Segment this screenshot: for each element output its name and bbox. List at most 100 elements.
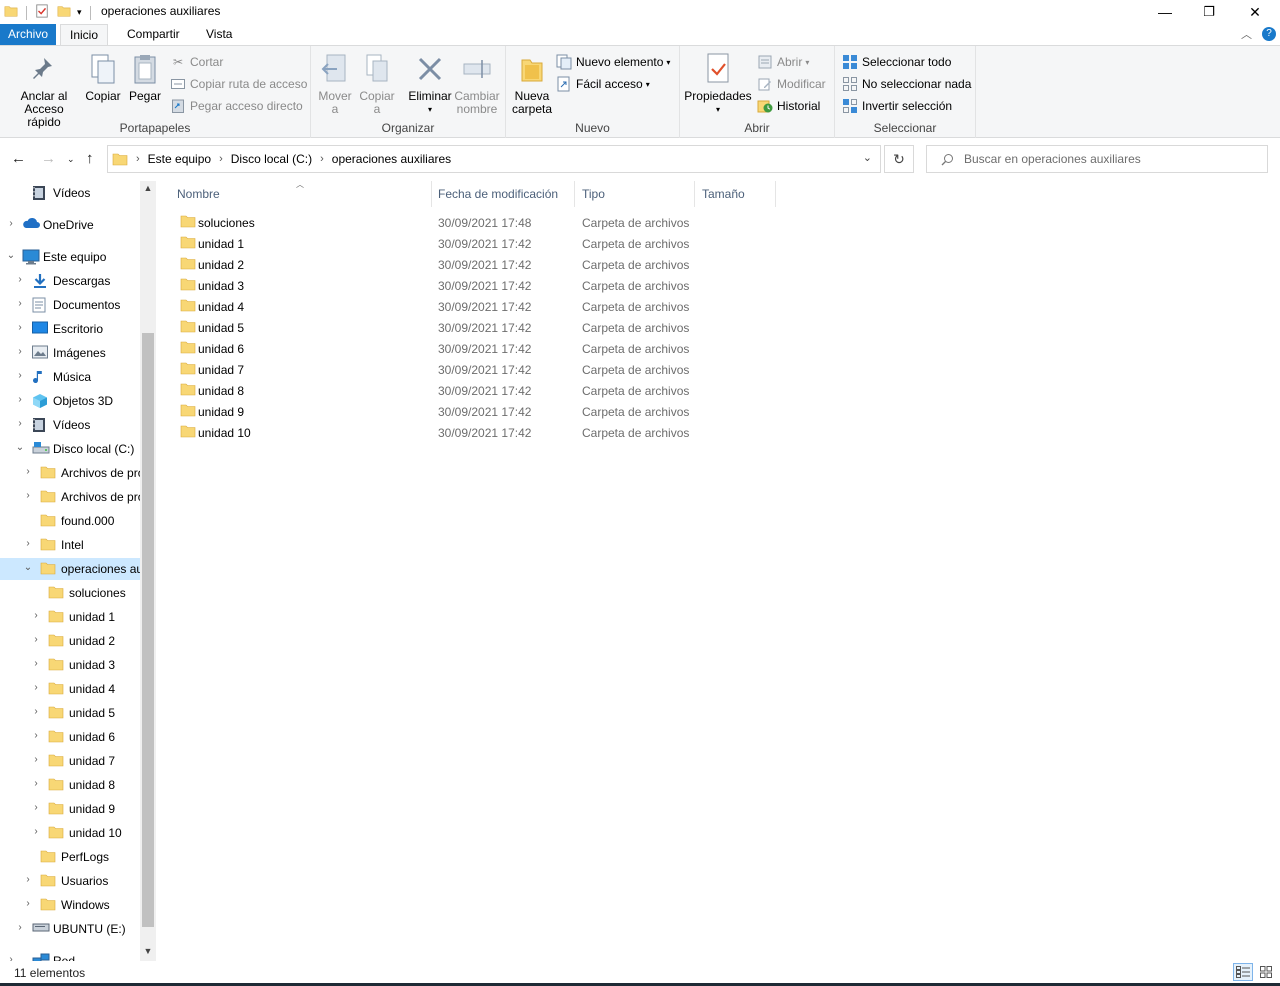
nav-item[interactable]: › Usuarios [0,870,140,892]
refresh-button[interactable]: ↻ [884,145,914,173]
file-row[interactable]: unidad 10 30/09/2021 17:42 Carpeta de arch… [170,422,690,443]
collapse-chevron-icon[interactable]: ⌄ [23,562,33,573]
new-item-button[interactable]: Nuevo elemento ▾ [556,52,670,72]
expand-chevron-icon[interactable]: › [31,610,41,621]
paste-shortcut-button[interactable]: Pegar acceso directo [170,96,303,116]
nav-item[interactable]: › UBUNTU (E:) [0,918,140,940]
expand-chevron-icon[interactable]: › [6,954,16,961]
up-arrow-icon[interactable]: ↑ [86,150,94,167]
nav-item[interactable]: found.000 [0,510,140,532]
scrollbar-thumb[interactable] [142,333,154,927]
tab-archivo[interactable]: Archivo [0,24,56,46]
column-header-size[interactable]: Tamaño [695,181,776,207]
nav-item[interactable]: › Vídeos [0,414,140,436]
nav-item[interactable]: › Windows [0,894,140,916]
open-button[interactable]: Abrir ▾ [757,52,809,72]
invert-selection-button[interactable]: Invertir selección [842,96,952,116]
column-header-type[interactable]: Tipo [575,181,695,207]
file-row[interactable]: unidad 3 30/09/2021 17:42 Carpeta de archi… [170,275,690,296]
properties-quick-icon[interactable] [35,4,49,21]
file-row[interactable]: unidad 8 30/09/2021 17:42 Carpeta de archi… [170,380,690,401]
paste-button[interactable]: Pegar [126,52,164,103]
expand-chevron-icon[interactable]: › [15,922,25,933]
help-icon[interactable]: ? [1262,27,1276,41]
nav-item[interactable]: soluciones [0,582,140,604]
nav-item[interactable]: › unidad 6 [0,726,140,748]
file-row[interactable]: unidad 1 30/09/2021 17:42 Carpeta de archi… [170,233,690,254]
breadcrumb-separator-icon[interactable]: › [320,153,324,165]
tab-compartir[interactable]: Compartir [118,24,189,46]
expand-chevron-icon[interactable]: › [31,706,41,717]
properties-dropdown-icon[interactable]: ▾ [684,103,752,116]
expand-chevron-icon[interactable]: › [15,370,25,381]
nav-item[interactable]: ⌄ Disco local (C:) [0,438,140,460]
back-arrow-icon[interactable]: ← [11,150,26,167]
expand-chevron-icon[interactable]: › [31,658,41,669]
select-all-button[interactable]: Seleccionar todo [842,52,951,72]
nav-item[interactable]: › Objetos 3D [0,390,140,412]
file-row[interactable]: soluciones 30/09/2021 17:48 Carpeta de arc… [170,212,690,233]
scroll-up-arrow-icon[interactable]: ▲ [140,183,156,193]
navigation-scrollbar[interactable]: ▲ ▼ [140,181,156,961]
expand-chevron-icon[interactable]: › [15,346,25,357]
nav-item[interactable]: › unidad 9 [0,798,140,820]
column-header-name[interactable]: Nombre ︿ [170,180,432,207]
recent-locations-chevron-icon[interactable]: ⌄ [67,154,75,165]
nav-item[interactable]: PerfLogs [0,846,140,868]
collapse-chevron-icon[interactable]: ⌄ [6,250,16,261]
expand-chevron-icon[interactable]: › [31,778,41,789]
collapse-chevron-icon[interactable]: ⌄ [15,442,25,453]
pin-quick-access-button[interactable]: Anclar al Acceso rápido [6,52,82,129]
close-button[interactable]: ✕ [1232,0,1278,24]
delete-dropdown-icon[interactable]: ▾ [405,103,455,116]
history-button[interactable]: Historial [757,96,820,116]
nav-item[interactable]: › Imágenes [0,342,140,364]
nav-item[interactable]: › Documentos [0,294,140,316]
address-bar[interactable]: › Este equipo › Disco local (C:) › opera… [107,145,881,173]
forward-arrow-icon[interactable]: → [41,150,56,167]
large-icons-view-button[interactable] [1256,963,1276,981]
nav-item[interactable]: › Música [0,366,140,388]
cut-button[interactable]: ✂ Cortar [170,52,223,72]
expand-chevron-icon[interactable]: › [31,682,41,693]
expand-chevron-icon[interactable]: › [15,322,25,333]
breadcrumb-separator-icon[interactable]: › [136,153,140,165]
nav-item[interactable]: ⌄ Este equipo [0,246,140,268]
tab-vista[interactable]: Vista [197,24,241,46]
new-folder-button[interactable]: Nueva carpeta [512,52,552,116]
nav-item[interactable]: › Escritorio [0,318,140,340]
expand-chevron-icon[interactable]: › [31,730,41,741]
nav-item[interactable]: › unidad 3 [0,654,140,676]
breadcrumb-este-equipo[interactable]: Este equipo [148,152,211,166]
expand-chevron-icon[interactable]: › [31,802,41,813]
collapse-ribbon-icon[interactable]: ︿ [1241,26,1252,42]
expand-chevron-icon[interactable]: › [15,394,25,405]
easy-access-button[interactable]: Fácil acceso ▾ [556,74,650,94]
expand-chevron-icon[interactable]: › [23,466,33,477]
copy-path-button[interactable]: Copiar ruta de acceso [170,74,307,94]
nav-item[interactable]: Vídeos [0,182,140,204]
file-row[interactable]: unidad 2 30/09/2021 17:42 Carpeta de archi… [170,254,690,275]
copy-button[interactable]: Copiar [84,52,122,103]
file-row[interactable]: unidad 4 30/09/2021 17:42 Carpeta de archi… [170,296,690,317]
nav-item[interactable]: › OneDrive [0,214,140,236]
nav-item[interactable]: › unidad 5 [0,702,140,724]
nav-item[interactable]: › unidad 10 [0,822,140,844]
nav-item[interactable]: › Red [0,950,140,961]
expand-chevron-icon[interactable]: › [15,274,25,285]
expand-chevron-icon[interactable]: › [31,634,41,645]
expand-chevron-icon[interactable]: › [23,874,33,885]
nav-item[interactable]: › unidad 7 [0,750,140,772]
details-view-button[interactable] [1233,963,1253,981]
properties-button[interactable]: Propiedades ▾ [684,52,752,116]
nav-item[interactable]: › Intel [0,534,140,556]
nav-item[interactable]: › Archivos de pro [0,486,140,508]
nav-item[interactable]: › unidad 8 [0,774,140,796]
nav-item[interactable]: › Descargas [0,270,140,292]
expand-chevron-icon[interactable]: › [15,298,25,309]
nav-item[interactable]: › unidad 2 [0,630,140,652]
expand-chevron-icon[interactable]: › [23,490,33,501]
customize-toolbar-icon[interactable]: ▾ [77,7,82,18]
search-input[interactable]: Buscar en operaciones auxiliares [964,152,1141,166]
file-row[interactable]: unidad 6 30/09/2021 17:42 Carpeta de archi… [170,338,690,359]
